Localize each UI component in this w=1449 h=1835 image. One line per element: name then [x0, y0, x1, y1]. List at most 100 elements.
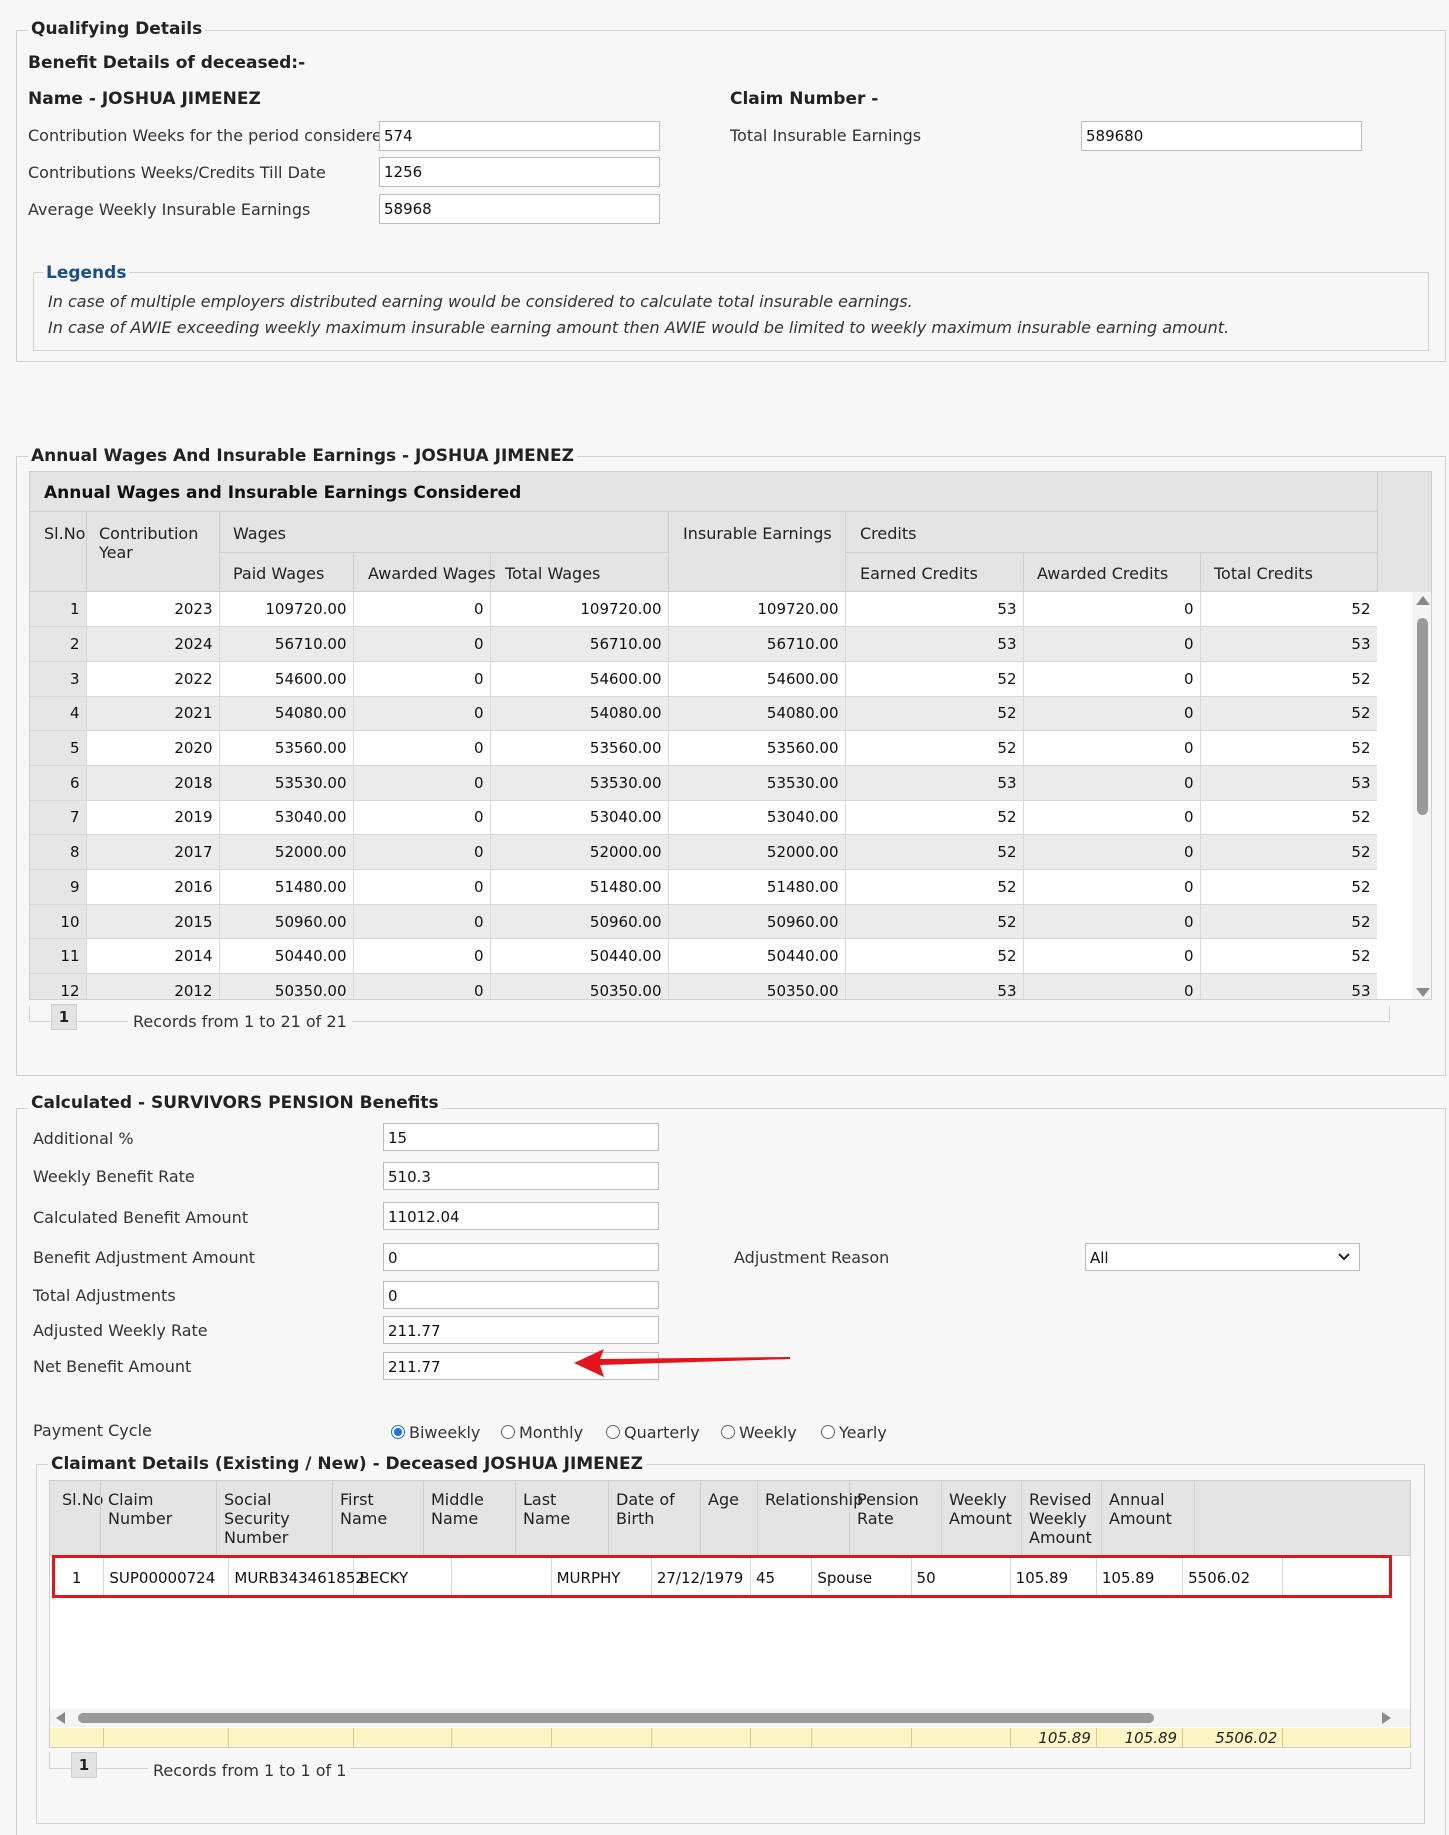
total-adjustments-field[interactable]: 0 [383, 1281, 659, 1309]
table-cell: 53530.00 [668, 765, 846, 801]
radio-weekly[interactable]: Weekly [721, 1423, 797, 1442]
claimant-col-header: Social Security Number [224, 1490, 290, 1547]
radio-weekly-label: Weekly [739, 1423, 797, 1442]
scroll-thumb[interactable] [1417, 618, 1428, 815]
table-cell: 0 [1023, 973, 1201, 999]
claimant-hscroll[interactable] [50, 1709, 1410, 1727]
wages-page-1-button[interactable]: 1 [51, 1004, 77, 1030]
claimant-col-header: Relationship [765, 1490, 864, 1509]
table-cell: 52000.00 [219, 834, 354, 870]
table-cell: 2020 [86, 730, 220, 766]
claimant-col-header: First Name [340, 1490, 388, 1528]
table-row[interactable]: 3 2022 54600.00 0 54600.00 54600.00 52 0 52 [30, 661, 1377, 697]
header-divider [100, 1481, 101, 1556]
radio-yearly-label: Yearly [839, 1423, 887, 1442]
claimant-footer-cell [50, 1728, 105, 1747]
adjusted-weekly-rate-field[interactable]: 211.77 [383, 1316, 659, 1344]
table-row[interactable]: 7 2019 53040.00 0 53040.00 53040.00 52 0 52 [30, 800, 1377, 836]
table-cell: 52 [1200, 834, 1377, 870]
table-cell: 0 [353, 800, 491, 836]
radio-empty-icon [606, 1425, 620, 1439]
scroll-right-icon[interactable] [1382, 1712, 1391, 1724]
table-row[interactable]: 11 2014 50440.00 0 50440.00 50440.00 52 0 52 [30, 938, 1377, 975]
table-cell: 0 [353, 869, 491, 905]
total-insurable-field[interactable]: 589680 [1081, 121, 1362, 151]
additional-pct-field[interactable]: 15 [383, 1123, 659, 1151]
radio-biweekly-label: Biweekly [409, 1423, 481, 1442]
benefit-adjustment-amount-label: Benefit Adjustment Amount [33, 1248, 256, 1267]
table-cell: 0 [353, 938, 491, 975]
claimant-footer-cell: 105.89 [1096, 1728, 1184, 1747]
claimant-col-header: Middle Name [431, 1490, 484, 1528]
legends-box [33, 272, 1429, 351]
table-cell: 54080.00 [668, 696, 846, 732]
radio-monthly-label: Monthly [519, 1423, 584, 1442]
table-row[interactable]: 1 2023 109720.00 0 109720.00 109720.00 53 0 52 [30, 592, 1377, 628]
radio-biweekly[interactable]: Biweekly [391, 1423, 480, 1442]
claimant-row-highlight [52, 1555, 1392, 1598]
chevron-down-icon [1338, 1253, 1350, 1261]
table-cell: 52 [845, 730, 1024, 766]
table-cell: 53530.00 [219, 765, 354, 801]
scroll-up-icon[interactable] [1416, 596, 1430, 605]
radio-quarterly[interactable]: Quarterly [606, 1423, 700, 1442]
claimant-footer-cell [651, 1728, 751, 1747]
table-row[interactable]: 6 2018 53530.00 0 53530.00 53530.00 53 0 53 [30, 765, 1377, 801]
table-row[interactable]: 4 2021 54080.00 0 54080.00 54080.00 52 0 52 [30, 696, 1377, 732]
col-paid-wages: Paid Wages [233, 564, 325, 583]
table-cell: 53040.00 [668, 800, 846, 836]
table-row[interactable]: 9 2016 51480.00 0 51480.00 51480.00 52 0 52 [30, 869, 1377, 905]
contributions-till-date-label: Contributions Weeks/Credits Till Date [28, 163, 326, 182]
wages-scrollbar[interactable] [1412, 592, 1431, 999]
adjustment-reason-select[interactable]: All [1085, 1243, 1360, 1271]
table-cell: 53560.00 [219, 730, 354, 766]
calculated-benefit-amount-field[interactable]: 11012.04 [383, 1202, 659, 1230]
benefit-details-heading: Benefit Details of deceased:- [28, 53, 306, 73]
claimant-page-1-button[interactable]: 1 [71, 1752, 97, 1778]
table-cell: 2022 [86, 661, 220, 697]
contribution-weeks-field[interactable]: 574 [379, 121, 660, 151]
table-cell: 50350.00 [668, 973, 846, 999]
col-total-wages: Total Wages [505, 564, 601, 583]
radio-yearly[interactable]: Yearly [821, 1423, 887, 1442]
scroll-left-icon[interactable] [56, 1712, 65, 1724]
table-cell: 109720.00 [490, 592, 669, 628]
table-cell: 0 [353, 730, 491, 766]
table-row[interactable]: 5 2020 53560.00 0 53560.00 53560.00 52 0 52 [30, 730, 1377, 766]
claimant-legend: Claimant Details (Existing / New) - Dece… [48, 1454, 646, 1474]
table-cell: 0 [353, 834, 491, 870]
table-cell: 0 [1023, 834, 1201, 870]
table-row[interactable]: 8 2017 52000.00 0 52000.00 52000.00 52 0 52 [30, 834, 1377, 870]
table-cell: 53040.00 [490, 800, 669, 836]
table-cell: 10 [30, 904, 87, 940]
table-row[interactable]: 12 2012 50350.00 0 50350.00 50350.00 53 0 53 [30, 973, 1377, 999]
table-cell: 54600.00 [668, 661, 846, 697]
table-cell: 2015 [86, 904, 220, 940]
table-cell: 0 [1023, 869, 1201, 905]
header-divider [1021, 1481, 1022, 1556]
header-divider [1101, 1481, 1102, 1556]
additional-pct-label: Additional % [33, 1129, 134, 1148]
table-row[interactable]: 2 2024 56710.00 0 56710.00 56710.00 53 0 53 [30, 626, 1377, 662]
table-cell: 0 [1023, 696, 1201, 732]
table-cell: 52 [845, 834, 1024, 870]
net-benefit-amount-label: Net Benefit Amount [33, 1357, 192, 1376]
table-cell: 0 [353, 696, 491, 732]
scroll-down-icon[interactable] [1416, 988, 1430, 997]
table-cell: 1 [30, 592, 87, 628]
awie-field[interactable]: 58968 [379, 194, 660, 224]
table-cell: 50440.00 [219, 938, 354, 975]
hscroll-thumb[interactable] [78, 1713, 1154, 1723]
claimant-footer: 105.89 105.89 5506.02 [50, 1728, 1410, 1747]
claimant-col-header: Revised Weekly Amount [1029, 1490, 1092, 1547]
table-cell: 50960.00 [668, 904, 846, 940]
radio-monthly[interactable]: Monthly [501, 1423, 583, 1442]
table-row[interactable]: 10 2015 50960.00 0 50960.00 50960.00 52 0 52 [30, 904, 1377, 940]
weekly-benefit-rate-field[interactable]: 510.3 [383, 1162, 659, 1190]
contributions-till-date-field[interactable]: 1256 [379, 157, 660, 187]
table-cell: 53560.00 [490, 730, 669, 766]
table-cell: 4 [30, 696, 87, 732]
claimant-col-header: Pension Rate [857, 1490, 919, 1528]
table-cell: 50350.00 [490, 973, 669, 999]
benefit-adjustment-amount-field[interactable]: 0 [383, 1243, 659, 1271]
